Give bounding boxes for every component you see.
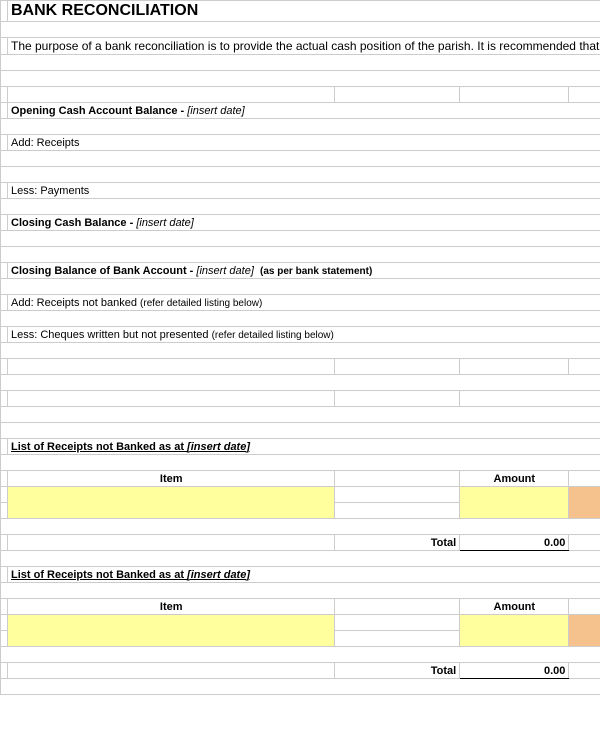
list2-heading: List of Receipts not Banked as at [inser… <box>8 567 600 583</box>
list2-date-input[interactable] <box>569 615 600 647</box>
difference-label: Difference (A-B) <box>460 391 600 407</box>
opening-balance-row: Opening Cash Account Balance - [insert d… <box>8 103 600 119</box>
list2-total-value: 0.00 <box>460 663 569 679</box>
list1-col-date: Date banked <box>569 471 600 487</box>
list1-amount-input[interactable] <box>460 487 569 519</box>
closing-bank-row: Closing Balance of Bank Account - [inser… <box>8 263 600 279</box>
list2-col-amount: Amount <box>460 599 569 615</box>
list1-date-input[interactable] <box>569 487 600 519</box>
list2-col-item: Item <box>8 599 335 615</box>
description: The purpose of a bank reconciliation is … <box>8 38 600 55</box>
list2-item-input[interactable] <box>8 615 335 647</box>
less-payments-row: Less: Payments <box>8 183 600 199</box>
add-not-banked-row: Add: Receipts not banked (refer detailed… <box>8 295 600 311</box>
list1-item-input[interactable] <box>8 487 335 519</box>
list1-total-label: Total <box>335 535 460 551</box>
list1-total-value: 0.00 <box>460 535 569 551</box>
list2-amount-input[interactable] <box>460 615 569 647</box>
add-receipts-row: Add: Receipts <box>8 135 600 151</box>
reconciliation-sheet: BANK RECONCILIATION The purpose of a ban… <box>0 0 600 695</box>
list1-col-item: Item <box>8 471 335 487</box>
list2-col-date: Date banked <box>569 599 600 615</box>
list1-col-amount: Amount <box>460 471 569 487</box>
closing-cash-row: Closing Cash Balance - [insert date] <box>8 215 600 231</box>
page-title: BANK RECONCILIATION <box>8 1 600 22</box>
list1-heading: List of Receipts not Banked as at [inser… <box>8 439 600 455</box>
list2-total-label: Total <box>335 663 460 679</box>
less-cheques-row: Less: Cheques written but not presented … <box>8 327 600 343</box>
